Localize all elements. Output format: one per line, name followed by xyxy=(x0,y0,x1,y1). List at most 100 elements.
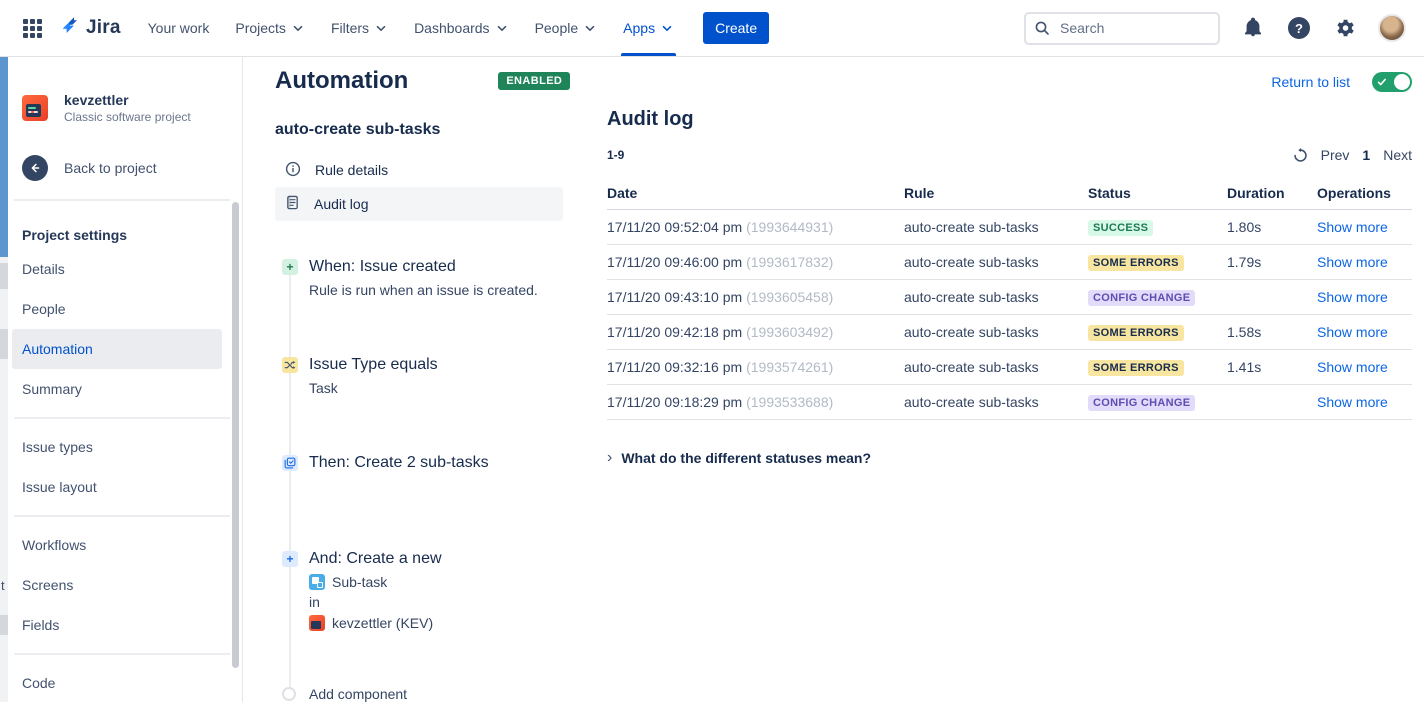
tasks-check-icon xyxy=(282,455,298,471)
nav-filters[interactable]: Filters xyxy=(323,0,396,56)
show-more-link[interactable]: Show more xyxy=(1317,289,1388,305)
sidebar-item-automation[interactable]: Automation xyxy=(12,329,222,369)
sidebar-item-code[interactable]: Code xyxy=(12,663,222,702)
show-more-link[interactable]: Show more xyxy=(1317,359,1388,375)
chevron-down-icon xyxy=(291,21,305,35)
run-date: 17/11/20 09:43:10 pm xyxy=(607,289,742,305)
step-action[interactable]: Then: Create 2 sub-tasks xyxy=(275,453,563,473)
chevron-down-icon xyxy=(495,21,509,35)
sidebar-item-summary[interactable]: Summary xyxy=(12,369,222,409)
status-badge: SOME ERRORS xyxy=(1088,255,1184,271)
project-settings-sidebar: kevzettler Classic software project Back… xyxy=(8,57,243,702)
page-title: Automation xyxy=(275,67,408,95)
pagination: Prev 1 Next xyxy=(1293,147,1412,163)
chevron-down-icon xyxy=(660,21,674,35)
show-more-link[interactable]: Show more xyxy=(1317,394,1388,410)
user-avatar[interactable] xyxy=(1378,14,1406,42)
sidebar-item-workflows[interactable]: Workflows xyxy=(12,525,222,565)
run-id: (1993533688) xyxy=(746,394,833,410)
status-badge: CONFIG CHANGE xyxy=(1088,290,1195,306)
chevron-right-icon: › xyxy=(607,451,612,465)
refresh-icon[interactable] xyxy=(1293,148,1308,163)
run-date: 17/11/20 09:46:00 pm xyxy=(607,254,742,270)
divider xyxy=(14,653,230,655)
return-to-list-link[interactable]: Return to list xyxy=(1271,74,1350,90)
col-operations: Operations xyxy=(1317,179,1412,207)
nav-your-work[interactable]: Your work xyxy=(140,0,218,56)
show-more-link[interactable]: Show more xyxy=(1317,324,1388,340)
step-and-action[interactable]: + And: Create a new Sub-task in kevzettl… xyxy=(275,549,563,631)
automation-rule-panel: Automation ENABLED auto-create sub-tasks… xyxy=(243,57,585,702)
nav-apps[interactable]: Apps xyxy=(615,0,682,56)
nav-dashboards[interactable]: Dashboards xyxy=(406,0,517,56)
enabled-badge: ENABLED xyxy=(498,72,570,90)
search-input[interactable] xyxy=(1024,12,1220,45)
chevron-down-icon xyxy=(374,21,388,35)
sidebar-scrollbar[interactable] xyxy=(232,202,239,668)
document-icon xyxy=(285,195,300,213)
app-switcher-icon[interactable] xyxy=(16,12,48,44)
create-button[interactable]: Create xyxy=(703,12,769,44)
step-condition[interactable]: Issue Type equals Task xyxy=(275,355,563,397)
tab-audit-log[interactable]: Audit log xyxy=(275,187,563,221)
run-duration xyxy=(1227,396,1317,408)
run-rule: auto-create sub-tasks xyxy=(904,213,1088,241)
nav-people[interactable]: People xyxy=(527,0,606,56)
col-duration: Duration xyxy=(1227,179,1317,207)
info-icon xyxy=(285,161,301,180)
run-duration: 1.41s xyxy=(1227,353,1317,381)
col-rule: Rule xyxy=(904,179,1088,207)
jira-logo[interactable]: Jira xyxy=(58,15,121,42)
statuses-help-expander[interactable]: › What do the different statuses mean? xyxy=(607,450,1412,466)
sidebar-heading: Project settings xyxy=(8,201,242,249)
jira-logo-text: Jira xyxy=(86,17,121,39)
plus-icon: + xyxy=(282,551,298,567)
current-page[interactable]: 1 xyxy=(1362,147,1370,163)
project-avatar-icon xyxy=(22,95,48,121)
run-date: 17/11/20 09:32:16 pm xyxy=(607,359,742,375)
back-arrow-icon xyxy=(22,155,48,181)
notifications-bell-icon[interactable] xyxy=(1240,15,1266,41)
run-id: (1993574261) xyxy=(746,359,833,375)
settings-gear-icon[interactable] xyxy=(1332,15,1358,41)
background-board-strip xyxy=(0,57,8,257)
step-trigger[interactable]: + When: Issue created Rule is run when a… xyxy=(275,257,563,299)
sidebar-item-people[interactable]: People xyxy=(12,289,222,329)
table-row: 17/11/20 09:52:04 pm (1993644931) auto-c… xyxy=(607,210,1412,245)
tab-rule-details[interactable]: Rule details xyxy=(275,153,563,187)
divider xyxy=(14,515,230,517)
audit-log-panel: Return to list Audit log 1-9 Prev 1 Next… xyxy=(585,57,1424,702)
rule-enabled-toggle[interactable] xyxy=(1372,72,1412,92)
run-rule: auto-create sub-tasks xyxy=(904,388,1088,416)
table-row: 17/11/20 09:42:18 pm (1993603492) auto-c… xyxy=(607,315,1412,350)
sidebar-item-fields[interactable]: Fields xyxy=(12,605,222,645)
show-more-link[interactable]: Show more xyxy=(1317,219,1388,235)
back-to-project-button[interactable]: Back to project xyxy=(8,155,242,181)
subtask-issue-icon xyxy=(309,574,325,590)
help-icon[interactable]: ? xyxy=(1286,15,1312,41)
sidebar-item-screens[interactable]: Screens xyxy=(12,565,222,605)
show-more-link[interactable]: Show more xyxy=(1317,254,1388,270)
status-badge: SOME ERRORS xyxy=(1088,325,1184,341)
project-mini-icon xyxy=(309,615,325,631)
run-date: 17/11/20 09:18:29 pm xyxy=(607,394,742,410)
divider xyxy=(14,417,230,419)
status-badge: SUCCESS xyxy=(1088,220,1153,236)
add-component-button[interactable]: Add component xyxy=(275,685,563,702)
sidebar-item-issue-types[interactable]: Issue types xyxy=(12,427,222,467)
background-clipped-text: t xyxy=(1,578,5,593)
next-page-button[interactable]: Next xyxy=(1383,147,1412,163)
run-date: 17/11/20 09:42:18 pm xyxy=(607,324,742,340)
run-duration: 1.58s xyxy=(1227,318,1317,346)
col-date: Date xyxy=(607,179,904,207)
run-duration: 1.79s xyxy=(1227,248,1317,276)
run-rule: auto-create sub-tasks xyxy=(904,248,1088,276)
nav-projects[interactable]: Projects xyxy=(227,0,313,56)
table-row: 17/11/20 09:46:00 pm (1993617832) auto-c… xyxy=(607,245,1412,280)
sidebar-item-details[interactable]: Details xyxy=(12,249,222,289)
table-header-row: Date Rule Status Duration Operations xyxy=(607,177,1412,210)
sidebar-item-issue-layout[interactable]: Issue layout xyxy=(12,467,222,507)
jira-logo-icon xyxy=(58,15,80,42)
run-id: (1993644931) xyxy=(746,219,833,235)
prev-page-button[interactable]: Prev xyxy=(1321,147,1350,163)
